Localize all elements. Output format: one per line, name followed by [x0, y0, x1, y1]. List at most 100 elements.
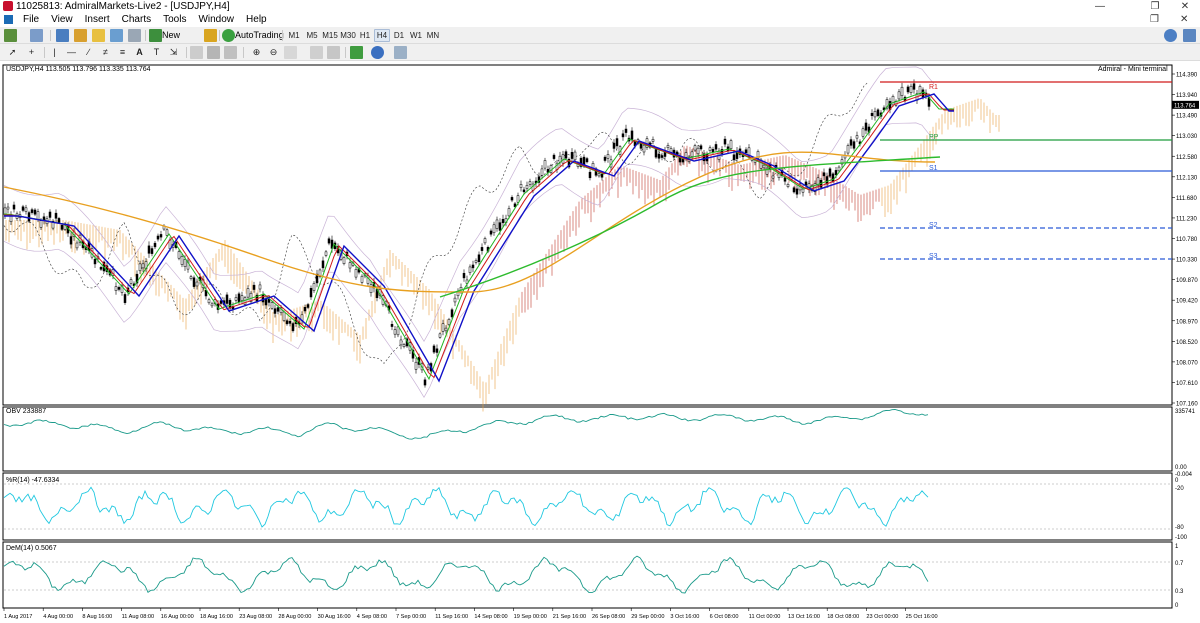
timeframe-m5[interactable]: M5	[304, 29, 320, 42]
mdi-close-button[interactable]: ✕	[1180, 13, 1188, 27]
timeframe-h4[interactable]: H4	[374, 29, 390, 42]
candle-body	[870, 112, 874, 116]
autoscroll-icon[interactable]	[327, 46, 340, 59]
candle-body	[390, 323, 394, 327]
trendline-icon[interactable]: ∕	[82, 46, 95, 59]
equidistant-channel-icon[interactable]: ≠	[99, 46, 112, 59]
main-chart-pane[interactable]	[2, 64, 1173, 406]
tile-windows-icon[interactable]	[284, 46, 297, 59]
candle-body	[321, 260, 325, 269]
candle-body	[876, 109, 880, 117]
candle-body	[129, 279, 133, 284]
crosshair-icon[interactable]: +	[25, 46, 38, 59]
terminal-icon[interactable]	[110, 29, 123, 42]
maximize-button[interactable]: ❐	[1140, 0, 1170, 13]
obv-pane[interactable]	[2, 406, 1173, 472]
candle-body	[69, 236, 73, 245]
horizontal-line-icon[interactable]: —	[65, 46, 78, 59]
market-watch-icon[interactable]	[56, 29, 69, 42]
menu-tools[interactable]: Tools	[157, 13, 192, 27]
candle-body	[762, 164, 766, 169]
candle-body	[225, 294, 229, 304]
templates-icon[interactable]	[394, 46, 407, 59]
current-price-label: 113.764	[1174, 103, 1196, 109]
candlesticks-icon[interactable]	[207, 46, 220, 59]
candle-body	[861, 128, 865, 137]
candle-body	[414, 361, 418, 370]
search-icon[interactable]	[1164, 29, 1177, 42]
price-label: 108.070	[1176, 360, 1198, 366]
menu-insert[interactable]: Insert	[79, 13, 116, 27]
zoom-in-icon[interactable]: ⊕	[250, 46, 263, 59]
price-label: 114.390	[1176, 73, 1198, 79]
navigator-icon[interactable]	[92, 29, 105, 42]
candle-body	[342, 257, 346, 264]
timeframe-h1[interactable]: H1	[357, 29, 373, 42]
text-icon[interactable]: A	[133, 46, 146, 59]
vertical-line-icon[interactable]: |	[48, 46, 61, 59]
timeframe-mn[interactable]: MN	[425, 29, 441, 42]
minimize-button[interactable]: —	[1085, 0, 1115, 13]
timeframe-m1[interactable]: M1	[286, 29, 302, 42]
candle-body	[393, 329, 397, 335]
zoom-out-icon[interactable]: ⊖	[267, 46, 280, 59]
candle-body	[585, 158, 589, 163]
candle-body	[729, 140, 733, 149]
candle-body	[501, 218, 505, 224]
candle-body	[552, 154, 556, 159]
candle-body	[93, 258, 97, 265]
time-label: 30 Aug 16:00	[318, 614, 351, 620]
menu-charts[interactable]: Charts	[116, 13, 157, 27]
strategy-tester-icon[interactable]	[128, 29, 141, 42]
candle-body	[564, 151, 568, 159]
time-label: 7 Sep 00:00	[396, 614, 426, 620]
fibonacci-icon[interactable]: ≡	[116, 46, 129, 59]
usdjpy-h4-chart[interactable]: USDJPY,H4 113.505 113.796 113.335 113.76…	[0, 62, 1200, 623]
arrows-icon[interactable]: ⇲	[167, 46, 180, 59]
candle-body	[312, 283, 316, 291]
chart-shift-icon[interactable]	[310, 46, 323, 59]
profiles-icon[interactable]	[30, 29, 43, 42]
candle-body	[270, 302, 274, 309]
menu-window[interactable]: Window	[192, 13, 240, 27]
candle-body	[471, 264, 475, 269]
meta-editor-icon[interactable]	[204, 29, 217, 42]
candle-body	[909, 85, 913, 94]
new-chart-icon[interactable]	[4, 29, 17, 42]
time-label: 6 Oct 08:00	[710, 614, 739, 620]
chat-icon[interactable]	[1183, 29, 1196, 42]
candle-body	[36, 211, 40, 220]
candle-body	[711, 149, 715, 153]
autotrading-icon[interactable]	[222, 29, 235, 42]
line-chart-icon[interactable]	[224, 46, 237, 59]
candle-body	[744, 149, 748, 154]
candle-body	[426, 366, 430, 370]
indicators-icon[interactable]	[350, 46, 363, 59]
autotrading-button[interactable]: AutoTrading	[235, 29, 284, 42]
new-order-button[interactable]: New Order	[162, 29, 202, 53]
candle-body	[360, 275, 364, 283]
candle-body	[12, 204, 16, 210]
data-window-icon[interactable]	[74, 29, 87, 42]
close-button[interactable]: ✕	[1170, 0, 1200, 13]
menu-view[interactable]: View	[45, 13, 79, 27]
timeframe-w1[interactable]: W1	[408, 29, 424, 42]
bar-chart-icon[interactable]	[190, 46, 203, 59]
text-label-icon[interactable]: T	[150, 46, 163, 59]
menu-file[interactable]: File	[17, 13, 45, 27]
timeframe-d1[interactable]: D1	[391, 29, 407, 42]
mdi-restore-button[interactable]: ❐	[1150, 13, 1159, 27]
periods-icon[interactable]	[371, 46, 384, 59]
candle-body	[597, 173, 601, 177]
timeframe-m15[interactable]: M15	[322, 29, 338, 42]
new-order-icon[interactable]	[149, 29, 162, 42]
time-label: 25 Oct 16:00	[906, 614, 938, 620]
wpr-pane[interactable]	[2, 472, 1173, 541]
menu-help[interactable]: Help	[240, 13, 273, 27]
timeframe-m30[interactable]: M30	[340, 29, 356, 42]
chart-window[interactable]: USDJPY,H4 113.505 113.796 113.335 113.76…	[0, 62, 1200, 623]
level-label-r1: R1	[929, 84, 938, 91]
candle-body	[771, 175, 775, 179]
cursor-icon[interactable]: ➚	[6, 46, 19, 59]
candle-body	[54, 212, 58, 219]
